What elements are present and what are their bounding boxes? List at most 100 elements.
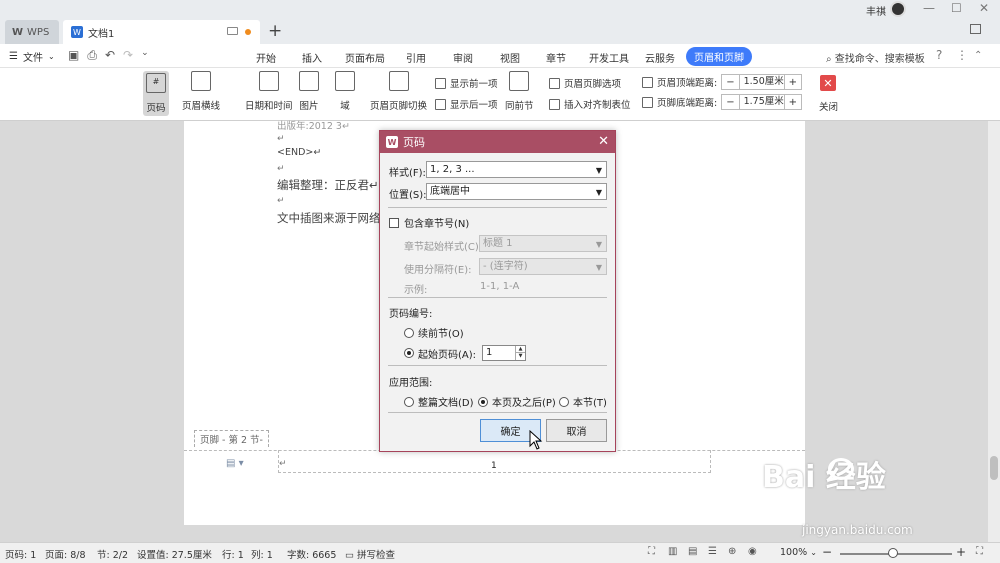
status-section[interactable]: 节: 2/2 <box>97 547 128 561</box>
decrease-button[interactable]: − <box>722 97 738 108</box>
field-button[interactable]: 域 <box>335 71 355 112</box>
increment-icon[interactable]: ▲ <box>515 346 526 353</box>
start-at-radio[interactable]: 起始页码(A): 1 ▲ ▼ <box>404 345 527 361</box>
close-icon[interactable]: ✕ <box>598 134 609 149</box>
header-footer-switch-button[interactable]: 页眉页脚切换 <box>370 71 427 112</box>
fit-window-icon[interactable]: ⛶ <box>976 546 983 557</box>
close-header-footer-label[interactable]: 关闭 <box>819 99 838 113</box>
fullscreen-icon[interactable]: ⛶ <box>648 546 655 557</box>
status-page-code[interactable]: 页码: 1 <box>5 547 36 561</box>
apply-this-after-radio[interactable]: 本页及之后(P) <box>478 394 556 409</box>
zoom-out-button[interactable]: − <box>822 545 832 559</box>
radio-icon[interactable] <box>478 396 488 407</box>
zoom-slider-knob[interactable] <box>888 548 898 558</box>
continue-previous-radio[interactable]: 续前节(O) <box>404 325 464 340</box>
tab-cloud[interactable]: 云服务 <box>645 50 675 65</box>
separator-label: 使用分隔符(E): <box>404 265 472 276</box>
radio-icon[interactable] <box>404 396 414 407</box>
document-tab[interactable]: W 文档1 <box>63 20 260 44</box>
status-pages[interactable]: 页面: 8/8 <box>45 547 86 561</box>
footer-bottom-distance-stepper[interactable]: − 1.75厘米 + <box>721 94 802 110</box>
start-page-value[interactable]: 1 <box>486 347 492 358</box>
header-footer-options-button[interactable]: 页眉页脚选项 <box>549 76 621 90</box>
outline-view-icon[interactable]: ☰ <box>708 546 717 557</box>
share-icon[interactable]: ⋮ <box>956 48 968 62</box>
datetime-button[interactable]: 日期和时间 <box>245 71 293 112</box>
include-chapter-checkbox[interactable]: 包含章节号(N) <box>389 215 469 230</box>
tab-insert[interactable]: 插入 <box>302 50 322 65</box>
decrease-button[interactable]: − <box>722 77 738 88</box>
style-select[interactable]: 1, 2, 3 ... ▼ <box>426 161 607 178</box>
status-word-count[interactable]: 字数: 6665 <box>287 547 336 561</box>
dialog-title-bar[interactable]: W 页码 <box>380 131 615 153</box>
page-view-icon[interactable]: ▤ <box>688 546 697 557</box>
user-name[interactable]: 丰祺 <box>866 3 886 18</box>
tab-home[interactable]: 开始 <box>256 50 276 65</box>
footer-page-icon[interactable]: ▤ ▾ <box>226 458 244 469</box>
zoom-level[interactable]: 100% ⌄ <box>780 547 817 558</box>
insert-align-tab-button[interactable]: 插入对齐制表位 <box>549 97 631 111</box>
apply-whole-radio[interactable]: 整篇文档(D) <box>404 394 474 409</box>
tab-chapter[interactable]: 章节 <box>546 50 566 65</box>
window-layout-icon[interactable] <box>970 24 981 34</box>
increase-button[interactable]: + <box>785 77 801 88</box>
page-number-button[interactable]: # 页码 <box>143 71 169 116</box>
header-line-button[interactable]: 页眉横线 <box>182 71 220 112</box>
maximize-button[interactable]: ☐ <box>951 1 962 15</box>
collapse-ribbon-icon[interactable]: ⌃ <box>974 50 982 61</box>
avatar[interactable] <box>890 1 906 17</box>
tab-page-layout[interactable]: 页面布局 <box>345 50 385 65</box>
calendar-icon <box>258 71 279 91</box>
position-select[interactable]: 底端居中 ▼ <box>426 183 607 200</box>
start-page-stepper[interactable]: 1 ▲ ▼ <box>482 345 527 361</box>
command-search[interactable]: ⌕ 查找命令、搜索模板 <box>826 50 925 65</box>
scrollbar-thumb[interactable] <box>990 456 998 480</box>
read-mode-icon[interactable]: ▥ <box>668 546 677 557</box>
increase-button[interactable]: + <box>785 97 801 108</box>
help-button[interactable]: ? <box>936 48 942 62</box>
web-view-icon[interactable]: ⊕ <box>728 546 736 557</box>
footer-bottom-distance-value[interactable]: 1.75厘米 <box>738 95 785 109</box>
eye-protection-icon[interactable]: ◉ <box>748 546 757 557</box>
apply-section-radio[interactable]: 本节(T) <box>559 394 607 409</box>
decrement-icon[interactable]: ▼ <box>515 353 525 360</box>
header-footer-options-label: 页眉页脚选项 <box>564 79 622 90</box>
status-row[interactable]: 行: 1 <box>222 547 244 561</box>
spell-check-button[interactable]: ▭ 拼写检查 <box>345 547 395 561</box>
status-position[interactable]: 设置值: 27.5厘米 <box>137 547 212 561</box>
print-icon[interactable]: ⎙ <box>87 48 97 63</box>
tab-view[interactable]: 视图 <box>500 50 520 65</box>
chevron-down-icon: ⌄ <box>810 548 817 557</box>
tab-references[interactable]: 引用 <box>406 50 426 65</box>
radio-icon[interactable] <box>404 348 414 358</box>
radio-icon[interactable] <box>404 327 414 338</box>
zoom-in-button[interactable]: + <box>956 545 966 559</box>
separator-value: - (连字符) <box>483 261 528 272</box>
file-menu[interactable]: ☰ 文件 ⌄ <box>9 49 55 64</box>
picture-button[interactable]: 图片 <box>299 71 319 112</box>
chevron-down-icon[interactable]: ⌄ <box>141 48 149 63</box>
tab-developer[interactable]: 开发工具 <box>589 50 629 65</box>
header-top-distance-value[interactable]: 1.50厘米 <box>738 75 785 89</box>
save-icon[interactable]: ▣ <box>68 48 79 63</box>
radio-icon[interactable] <box>559 396 569 407</box>
new-tab-button[interactable]: + <box>268 20 282 42</box>
close-window-button[interactable]: ✕ <box>979 1 989 15</box>
show-next-button[interactable]: 显示后一项 <box>435 97 498 111</box>
header-top-distance-stepper[interactable]: − 1.50厘米 + <box>721 74 802 90</box>
dialog-title: 页码 <box>403 136 425 149</box>
same-as-previous-button[interactable]: 同前节 <box>505 71 534 112</box>
status-col[interactable]: 列: 1 <box>251 547 273 561</box>
redo-icon[interactable]: ↷ <box>123 48 133 63</box>
tab-review[interactable]: 审阅 <box>453 50 473 65</box>
minimize-button[interactable]: — <box>923 1 935 15</box>
spell-check-icon: ▭ <box>345 550 354 561</box>
show-previous-button[interactable]: 显示前一项 <box>435 76 498 90</box>
close-header-footer-icon[interactable]: ✕ <box>820 75 836 91</box>
cancel-button[interactable]: 取消 <box>546 419 607 442</box>
wps-app-tab[interactable]: W WPS <box>5 20 59 44</box>
tab-header-footer[interactable]: 页眉和页脚 <box>686 47 752 66</box>
monitor-icon[interactable] <box>227 27 238 35</box>
checkbox-icon[interactable] <box>389 217 399 228</box>
undo-icon[interactable]: ↶ <box>105 48 115 63</box>
